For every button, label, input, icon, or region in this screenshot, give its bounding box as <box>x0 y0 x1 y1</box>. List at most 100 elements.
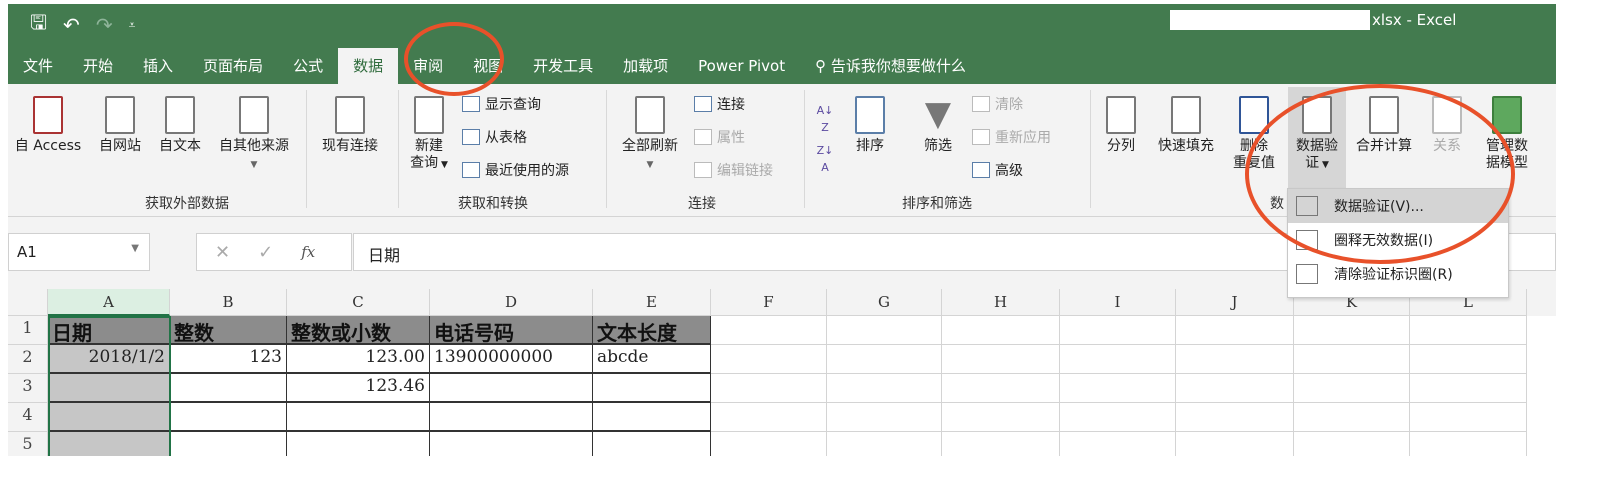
cell[interactable]: 整数 <box>170 316 287 345</box>
cell[interactable]: 电话号码 <box>430 316 593 345</box>
cell[interactable] <box>1060 403 1176 432</box>
edit-links-button[interactable]: 编辑链接 <box>694 160 773 180</box>
column-header[interactable]: D <box>430 289 593 316</box>
from-other-sources-button[interactable]: 自其他来源 ▼ <box>210 96 298 174</box>
cell[interactable]: 123.46 <box>287 374 430 403</box>
cell[interactable] <box>593 403 711 432</box>
sort-button[interactable]: 排序 <box>844 96 896 155</box>
cell[interactable] <box>287 432 430 456</box>
cell[interactable] <box>827 432 942 456</box>
connections-button[interactable]: 连接 <box>694 94 745 114</box>
cell[interactable] <box>593 374 711 403</box>
column-header[interactable]: B <box>170 289 287 316</box>
cell[interactable] <box>170 403 287 432</box>
cell[interactable]: abcde <box>593 345 711 374</box>
cell[interactable] <box>430 374 593 403</box>
tab-view[interactable]: 视图 <box>458 48 518 84</box>
cell[interactable] <box>48 374 170 403</box>
menu-item-circle-invalid-data[interactable]: 圈释无效数据(I) <box>1288 223 1508 257</box>
show-queries-button[interactable]: 显示查询 <box>462 94 541 114</box>
menu-item-data-validation[interactable]: 数据验证(V)... <box>1288 189 1508 223</box>
cell[interactable] <box>1410 432 1527 456</box>
cell[interactable] <box>827 316 942 345</box>
cell[interactable]: 13900000000 <box>430 345 593 374</box>
cell[interactable] <box>827 374 942 403</box>
cell[interactable] <box>942 374 1060 403</box>
name-box[interactable]: A1 ▼ <box>8 233 150 271</box>
consolidate-button[interactable]: 合并计算 <box>1348 96 1420 155</box>
save-icon[interactable]: 🖫 <box>30 8 47 42</box>
tab-data[interactable]: 数据 <box>338 48 399 84</box>
sort-z-a-button[interactable]: Z↓ A <box>812 142 838 176</box>
column-header[interactable]: F <box>711 289 827 316</box>
cell[interactable] <box>942 316 1060 345</box>
new-query-button[interactable]: 新建 查询 ▼ <box>404 96 454 174</box>
column-header[interactable]: A <box>48 289 170 316</box>
cell[interactable] <box>1410 316 1527 345</box>
cell[interactable] <box>1176 374 1294 403</box>
advanced-filter-button[interactable]: 高级 <box>972 160 1023 180</box>
from-table-button[interactable]: 从表格 <box>462 127 527 147</box>
cell[interactable] <box>1294 432 1410 456</box>
tab-file[interactable]: 文件 <box>8 48 68 84</box>
cell[interactable]: 整数或小数 <box>287 316 430 345</box>
cell[interactable] <box>170 432 287 456</box>
cell[interactable] <box>1176 403 1294 432</box>
cell[interactable]: 文本长度 <box>593 316 711 345</box>
cell[interactable] <box>430 403 593 432</box>
cell[interactable] <box>1294 316 1410 345</box>
menu-item-clear-validation-circles[interactable]: 清除验证标识圈(R) <box>1288 257 1508 291</box>
cell[interactable] <box>711 374 827 403</box>
column-header[interactable]: C <box>287 289 430 316</box>
customize-qat-icon[interactable]: ⩡ <box>129 18 136 33</box>
column-header[interactable]: E <box>593 289 711 316</box>
cell[interactable] <box>170 374 287 403</box>
chevron-down-icon[interactable]: ▼ <box>131 243 139 254</box>
data-validation-label[interactable]: 数据验证 ▼ <box>1288 96 1346 174</box>
cell[interactable] <box>827 345 942 374</box>
tab-power-pivot[interactable]: Power Pivot <box>683 48 800 84</box>
select-all-corner[interactable] <box>8 289 48 316</box>
filter-button[interactable]: ▼ 筛选 <box>912 96 964 155</box>
recent-sources-button[interactable]: 最近使用的源 <box>462 160 569 180</box>
cell[interactable] <box>711 345 827 374</box>
row-header[interactable]: 1 <box>8 316 48 345</box>
cell[interactable] <box>1060 316 1176 345</box>
cell[interactable] <box>48 432 170 456</box>
cell[interactable] <box>48 403 170 432</box>
clear-filter-button[interactable]: 清除 <box>972 94 1023 114</box>
manage-data-model-button[interactable]: 管理数 据模型 <box>1476 96 1538 172</box>
cell[interactable]: 日期 <box>48 316 170 345</box>
cell[interactable]: 2018/1/2 <box>48 345 170 374</box>
cell[interactable] <box>1294 345 1410 374</box>
cell[interactable] <box>711 403 827 432</box>
cell[interactable] <box>942 345 1060 374</box>
cell[interactable] <box>1410 374 1527 403</box>
tab-page-layout[interactable]: 页面布局 <box>188 48 278 84</box>
cell[interactable] <box>1294 403 1410 432</box>
cell[interactable] <box>287 403 430 432</box>
enter-icon[interactable]: ✓ <box>258 242 273 263</box>
text-to-columns-button[interactable]: 分列 <box>1098 96 1144 155</box>
refresh-all-button[interactable]: 全部刷新 ▼ <box>612 96 688 174</box>
tab-addins[interactable]: 加载项 <box>608 48 683 84</box>
tell-me-search[interactable]: ⚲ 告诉我你想要做什么 <box>800 48 981 84</box>
cell[interactable] <box>1060 374 1176 403</box>
cell[interactable] <box>1294 374 1410 403</box>
relationships-button[interactable]: 关系 <box>1422 96 1472 155</box>
column-header[interactable]: H <box>942 289 1060 316</box>
existing-connections-button[interactable]: 现有连接 <box>312 96 388 155</box>
cell[interactable] <box>1060 432 1176 456</box>
cell[interactable] <box>1176 432 1294 456</box>
redo-icon[interactable]: ↷ <box>96 13 113 37</box>
cell[interactable] <box>1176 345 1294 374</box>
tab-home[interactable]: 开始 <box>68 48 128 84</box>
cell[interactable]: 123.00 <box>287 345 430 374</box>
cancel-icon[interactable]: ✕ <box>215 242 230 263</box>
row-header[interactable]: 3 <box>8 374 48 403</box>
row-header[interactable]: 4 <box>8 403 48 432</box>
column-header[interactable]: G <box>827 289 942 316</box>
cell[interactable] <box>430 432 593 456</box>
undo-icon[interactable]: ↶ <box>63 13 80 37</box>
from-text-button[interactable]: 自文本 <box>152 96 208 155</box>
